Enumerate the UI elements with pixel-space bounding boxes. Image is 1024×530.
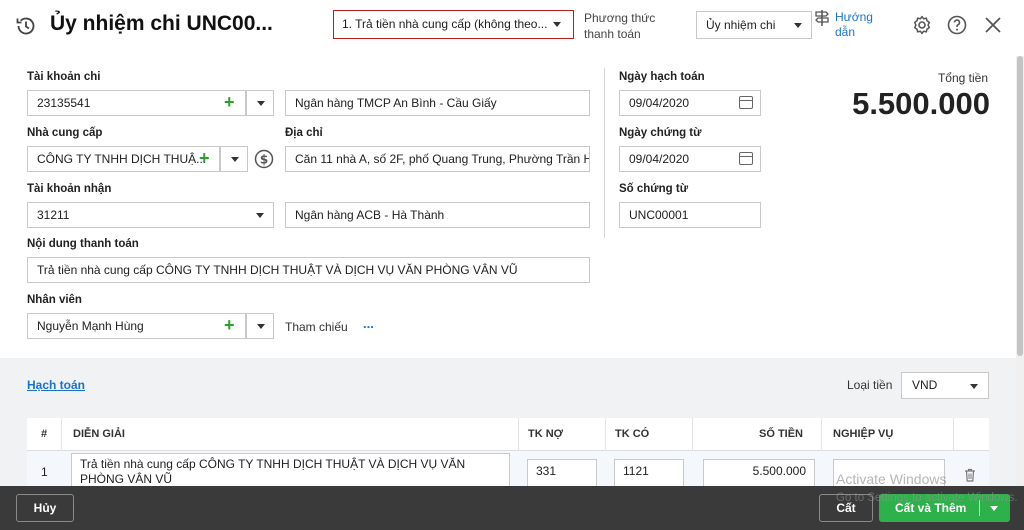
chevron-down-icon[interactable] [990, 506, 998, 511]
payment-method-select[interactable]: Ủy nhiệm chi [696, 11, 812, 39]
col-dien-giai-header: DIỄN GIẢI [73, 428, 125, 440]
payment-purpose-value: 1. Trả tiền nhà cung cấp (không theo... [342, 17, 548, 31]
col-tk-co-header: TK CÓ [615, 428, 650, 440]
tai-khoan-nhan-label: Tài khoản nhận [27, 183, 112, 195]
total-label: Tổng tiền [937, 71, 988, 85]
money-icon[interactable]: $ [254, 149, 274, 169]
ngay-hach-toan-label: Ngày hạch toán [619, 71, 705, 83]
tai-khoan-nhan-input[interactable]: 31211 [27, 202, 274, 228]
col-nghiep-vu-header: NGHIỆP VỤ [833, 428, 894, 440]
svg-text:$: $ [260, 153, 268, 167]
nhan-vien-label: Nhân viên [27, 294, 82, 306]
add-icon[interactable]: + [224, 313, 235, 337]
col-so-tien-header: SỐ TIỀN [759, 428, 804, 440]
tham-chieu-label: Tham chiếu [285, 320, 348, 334]
close-icon[interactable] [984, 16, 1002, 34]
tai-khoan-chi-label: Tài khoản chi [27, 71, 101, 83]
nhan-vien-input[interactable]: Nguyễn Mạnh Hùng [27, 313, 246, 339]
noi-dung-input[interactable]: Trả tiền nhà cung cấp CÔNG TY TNHH DỊCH … [27, 257, 590, 283]
tai-khoan-chi-input[interactable]: 23135541 [27, 90, 246, 116]
so-chung-tu-input[interactable]: UNC00001 [619, 202, 761, 228]
col-no-header: # [41, 428, 48, 440]
col-tk-no-header: TK NỢ [528, 428, 564, 440]
dien-giai-cell[interactable]: Trả tiền nhà cung cấp CÔNG TY TNHH DỊCH … [71, 453, 510, 486]
calendar-icon[interactable] [739, 152, 753, 165]
ngay-chung-tu-label: Ngày chứng từ [619, 127, 702, 139]
payment-purpose-select[interactable]: 1. Trả tiền nhà cung cấp (không theo... [333, 10, 574, 39]
tai-khoan-chi-dropdown[interactable] [246, 90, 274, 116]
bank-nhan-input[interactable]: Ngân hàng ACB - Hà Thành [285, 202, 590, 228]
divider [604, 68, 605, 238]
bank-chi-input[interactable]: Ngân hàng TMCP An Bình - Cầu Giấy [285, 90, 590, 116]
gear-icon[interactable] [912, 15, 932, 35]
activation-watermark: Activate Windows [836, 471, 947, 487]
noi-dung-label: Nội dung thanh toán [27, 238, 139, 250]
nha-cung-cap-input[interactable]: CÔNG TY TNHH DỊCH THUẬ... [27, 146, 220, 172]
tai-khoan-nhan-dropdown[interactable] [246, 202, 274, 228]
nha-cung-cap-dropdown[interactable] [220, 146, 248, 172]
dia-chi-label: Địa chỉ [285, 127, 323, 139]
cancel-button[interactable]: Hủy [16, 494, 74, 522]
so-chung-tu-label: Số chứng từ [619, 183, 689, 195]
activation-watermark-sub: Go to Settings to activate Windows. [836, 492, 1018, 504]
history-icon[interactable] [14, 14, 38, 38]
currency-label: Loại tiền [847, 378, 893, 392]
payment-method-value: Ủy nhiệm chi [706, 18, 776, 32]
guide-link[interactable]: Hướng dẫn [835, 10, 883, 40]
tk-no-cell[interactable]: 331 [527, 459, 597, 486]
add-icon[interactable]: + [224, 90, 235, 114]
trash-icon[interactable] [964, 468, 976, 482]
nhan-vien-dropdown[interactable] [246, 313, 274, 339]
total-value: 5.500.000 [852, 86, 990, 121]
so-tien-cell[interactable]: 5.500.000 [703, 459, 815, 486]
dia-chi-input[interactable]: Căn 11 nhà A, số 2F, phố Quang Trung, Ph… [285, 146, 590, 172]
tham-chieu-more[interactable]: ... [363, 316, 374, 331]
guide-icon[interactable] [814, 9, 830, 27]
nha-cung-cap-label: Nhà cung cấp [27, 127, 103, 139]
page-title: Ủy nhiệm chi UNC00... [50, 12, 273, 35]
row-number: 1 [41, 465, 48, 479]
currency-select[interactable]: VND [901, 372, 989, 399]
vertical-scrollbar[interactable] [1016, 56, 1024, 486]
help-icon[interactable] [947, 15, 967, 35]
tk-co-cell[interactable]: 1121 [614, 459, 684, 486]
add-icon[interactable]: + [199, 146, 210, 170]
payment-method-label: Phương thức thanh toán [584, 11, 656, 41]
tab-hach-toan[interactable]: Hạch toán [27, 378, 85, 392]
chevron-down-icon [553, 22, 561, 27]
scrollbar-thumb[interactable] [1017, 56, 1023, 356]
chevron-down-icon [794, 23, 802, 28]
calendar-icon[interactable] [739, 96, 753, 109]
